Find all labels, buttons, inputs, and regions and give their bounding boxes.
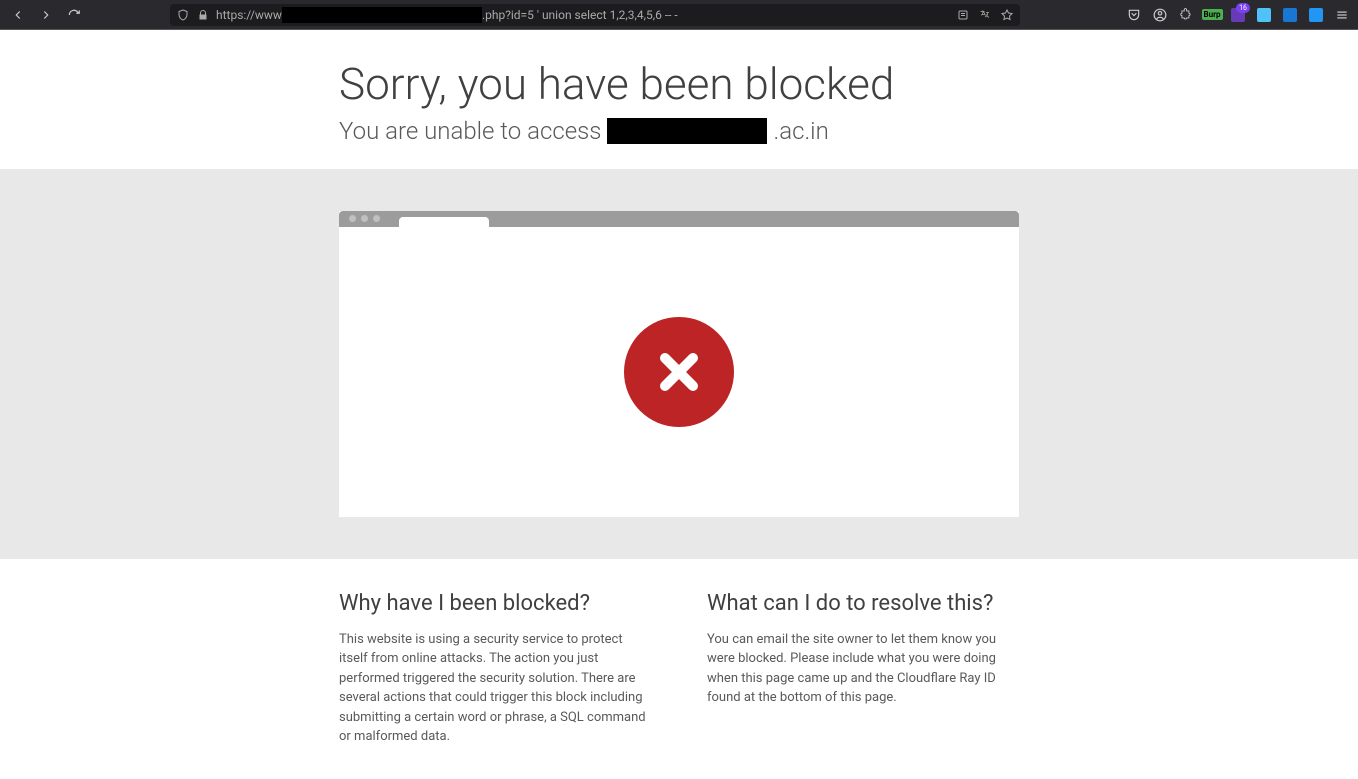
url-redacted	[282, 7, 482, 23]
mock-browser-window	[339, 211, 1019, 517]
resolve-column: What can I do to resolve this? You can e…	[707, 591, 1019, 747]
resolve-body: You can email the site owner to let them…	[707, 630, 1019, 708]
window-dot	[373, 215, 380, 222]
reader-mode-icon[interactable]	[956, 9, 970, 21]
account-icon[interactable]	[1152, 7, 1168, 23]
subtitle-redacted	[607, 118, 767, 144]
subtitle-prefix: You are unable to access	[339, 117, 601, 145]
notification-badge: 16	[1236, 3, 1250, 13]
page-header: Sorry, you have been blocked You are una…	[0, 30, 1358, 169]
address-bar[interactable]: https://www .php?id=5 ' union select 1,2,…	[170, 4, 1020, 26]
url-prefix: https://www	[216, 8, 282, 22]
shield-icon	[176, 9, 190, 21]
illustration-section	[0, 169, 1358, 559]
reload-button[interactable]	[64, 5, 84, 25]
pocket-icon[interactable]	[1126, 7, 1142, 23]
mock-titlebar	[339, 211, 1019, 227]
purple-extension-icon[interactable]: 16	[1230, 7, 1246, 23]
blue-extension-icon-2[interactable]	[1282, 7, 1298, 23]
forward-button[interactable]	[36, 5, 56, 25]
translate-icon[interactable]	[978, 9, 992, 21]
browser-toolbar: https://www .php?id=5 ' union select 1,2,…	[0, 0, 1358, 30]
blue-extension-icon-3[interactable]	[1308, 7, 1324, 23]
bookmark-icon[interactable]	[1000, 9, 1014, 21]
back-button[interactable]	[8, 5, 28, 25]
blue-extension-icon-1[interactable]	[1256, 7, 1272, 23]
error-x-icon	[624, 317, 734, 427]
burp-label: Burp	[1202, 9, 1223, 20]
window-dot	[349, 215, 356, 222]
window-dot	[361, 215, 368, 222]
info-section: Why have I been blocked? This website is…	[0, 559, 1358, 779]
resolve-heading: What can I do to resolve this?	[707, 591, 1019, 616]
why-blocked-column: Why have I been blocked? This website is…	[339, 591, 651, 747]
extensions-icon[interactable]	[1178, 7, 1194, 23]
lock-icon	[196, 9, 210, 21]
why-blocked-heading: Why have I been blocked?	[339, 591, 651, 616]
page-title: Sorry, you have been blocked	[339, 58, 1019, 111]
page-subtitle: You are unable to access .ac.in	[339, 117, 1019, 145]
why-blocked-body: This website is using a security service…	[339, 630, 651, 747]
subtitle-suffix: .ac.in	[773, 117, 828, 145]
burp-extension-icon[interactable]: Burp	[1204, 7, 1220, 23]
mock-body	[339, 227, 1019, 517]
url-text: https://www .php?id=5 ' union select 1,2,…	[216, 7, 678, 23]
mock-tab	[399, 217, 489, 227]
menu-icon[interactable]	[1334, 7, 1350, 23]
url-suffix: .php?id=5 ' union select 1,2,3,4,5,6 -- …	[482, 8, 678, 22]
